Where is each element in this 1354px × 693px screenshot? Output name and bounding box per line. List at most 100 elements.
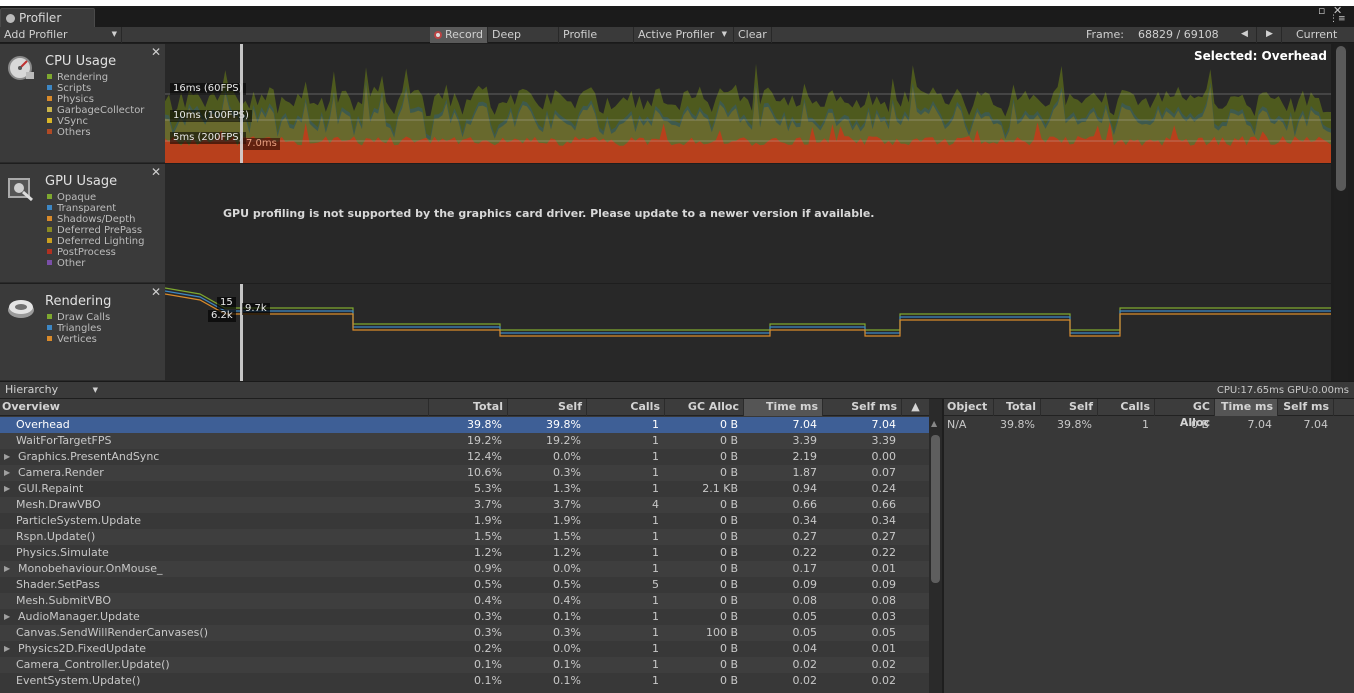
- table-row[interactable]: Shader.SetPass 0.5% 0.5% 5 0 B 0.09 0.09: [0, 577, 929, 593]
- rendering-module[interactable]: Rendering Draw Calls Triangles Vertices ✕: [0, 284, 165, 381]
- rendering-chart[interactable]: 15 6.2k 9.7k: [165, 284, 1331, 381]
- maximize-icon[interactable]: ▫: [1318, 4, 1325, 17]
- legend-item-deferred-prepass[interactable]: Deferred PrePass: [47, 225, 144, 236]
- active-profiler-dropdown[interactable]: Active Profiler ▼: [634, 27, 734, 43]
- frame-cursor[interactable]: [240, 284, 243, 381]
- row-name-label: Camera.Render: [18, 466, 104, 479]
- time-cell: 0.22: [792, 546, 818, 559]
- next-frame-button[interactable]: ▶: [1258, 27, 1282, 43]
- legend-item-draw-calls[interactable]: Draw Calls: [47, 312, 110, 323]
- legend-item-shadows-depth[interactable]: Shadows/Depth: [47, 214, 144, 225]
- expand-triangle-icon[interactable]: ▶: [4, 641, 10, 657]
- window-menu-icon[interactable]: ⋮≡: [1329, 14, 1346, 24]
- col-calls[interactable]: Calls: [1098, 399, 1155, 416]
- clear-button[interactable]: Clear: [734, 27, 772, 43]
- table-row[interactable]: Mesh.DrawVBO 3.7% 3.7% 4 0 B 0.66 0.66: [0, 497, 929, 513]
- table-row[interactable]: ▶ Graphics.PresentAndSync 12.4% 0.0% 1 0 B 2.1…: [0, 449, 929, 465]
- col-self-ms[interactable]: Self ms: [1278, 399, 1334, 416]
- gpu-usage-chart[interactable]: GPU profiling is not supported by the gr…: [165, 164, 1331, 283]
- current-frame-button[interactable]: Current: [1292, 27, 1342, 43]
- expand-triangle-icon[interactable]: ▶: [4, 449, 10, 465]
- legend-item-deferred-lighting[interactable]: Deferred Lighting: [47, 236, 144, 247]
- legend-item-rendering[interactable]: Rendering: [47, 72, 144, 83]
- record-button[interactable]: Record: [430, 27, 488, 43]
- legend-item-postprocess[interactable]: PostProcess: [47, 247, 144, 258]
- row-name-label: Physics2D.FixedUpdate: [18, 642, 146, 655]
- name-cell: Shader.SetPass: [0, 577, 429, 593]
- col-self[interactable]: Self: [508, 399, 587, 416]
- add-profiler-dropdown[interactable]: Add Profiler ▼: [0, 27, 122, 43]
- gc-cell: 0 B: [719, 594, 738, 607]
- close-module-icon[interactable]: ✕: [151, 45, 161, 59]
- profile-editor-button[interactable]: Profile Editor: [559, 27, 634, 56]
- col-self[interactable]: Self: [1041, 399, 1098, 416]
- close-module-icon[interactable]: ✕: [151, 165, 161, 179]
- table-row[interactable]: ▶ Physics2D.FixedUpdate 0.2% 0.0% 1 0 B 0.04 0.…: [0, 641, 929, 657]
- selected-label: Selected: Overhead: [1193, 49, 1327, 63]
- table-row[interactable]: Canvas.SendWillRenderCanvases() 0.3% 0.3% 1…: [0, 625, 929, 641]
- object-row[interactable]: N/A 39.8% 39.8% 1 0 B 7.04 7.04: [944, 417, 1354, 433]
- legend-item-vertices[interactable]: Vertices: [47, 334, 110, 345]
- scrollbar-thumb[interactable]: [1336, 46, 1346, 191]
- tab-profiler[interactable]: Profiler: [0, 8, 95, 27]
- legend-item-garbagecollector[interactable]: GarbageCollector: [47, 105, 144, 116]
- expand-triangle-icon[interactable]: ▶: [4, 609, 10, 625]
- expand-triangle-icon[interactable]: ▶: [4, 465, 10, 481]
- total-cell: 0.3%: [474, 610, 502, 623]
- modules-scrollbar[interactable]: [1334, 44, 1348, 381]
- legend-swatch: [47, 314, 52, 319]
- time-cell: 0.94: [792, 482, 818, 495]
- table-row[interactable]: ▶ Monobehaviour.OnMouse_ 0.9% 0.0% 1 0 B 0.17 0…: [0, 561, 929, 577]
- table-row[interactable]: Overhead 39.8% 39.8% 1 0 B 7.04 7.04: [0, 417, 929, 433]
- table-row[interactable]: ParticleSystem.Update 1.9% 1.9% 1 0 B 0.34 0.3…: [0, 513, 929, 529]
- legend-label: Vertices: [57, 334, 97, 345]
- table-row[interactable]: WaitForTargetFPS 19.2% 19.2% 1 0 B 3.39 3.39: [0, 433, 929, 449]
- legend-item-vsync[interactable]: VSync: [47, 116, 144, 127]
- legend-item-transparent[interactable]: Transparent: [47, 203, 144, 214]
- col-calls[interactable]: Calls: [587, 399, 665, 416]
- close-module-icon[interactable]: ✕: [151, 285, 161, 299]
- legend-item-other[interactable]: Other: [47, 258, 144, 269]
- col-total[interactable]: Total: [994, 399, 1041, 416]
- gpu-usage-module[interactable]: GPU Usage Opaque Transparent Shadows/Depth…: [0, 164, 165, 283]
- col-object[interactable]: Object: [944, 399, 994, 416]
- col-gc-alloc[interactable]: GC Alloc: [1155, 399, 1215, 429]
- expand-triangle-icon[interactable]: ▶: [4, 561, 10, 577]
- cpu-usage-chart[interactable]: 16ms (60FPS) 10ms (100FPS) 5ms (200FPS) …: [165, 44, 1331, 163]
- scrollbar-thumb[interactable]: [931, 435, 940, 583]
- cpu-usage-module[interactable]: CPU Usage Rendering Scripts Physics Garbage…: [0, 44, 165, 163]
- legend-item-others[interactable]: Others: [47, 127, 144, 138]
- legend-label: Draw Calls: [57, 312, 111, 323]
- legend-item-physics[interactable]: Physics: [47, 94, 144, 105]
- col-total[interactable]: Total: [429, 399, 508, 416]
- gc-cell: 100 B: [705, 626, 738, 639]
- table-row[interactable]: Mesh.SubmitVBO 0.4% 0.4% 1 0 B 0.08 0.08: [0, 593, 929, 609]
- table-row[interactable]: Rspn.Update() 1.5% 1.5% 1 0 B 0.27 0.27: [0, 529, 929, 545]
- col-self-ms[interactable]: Self ms: [823, 399, 902, 416]
- table-scrollbar[interactable]: ▲: [929, 399, 942, 693]
- expand-triangle-icon[interactable]: ▶: [4, 481, 10, 497]
- calls-cell: 1: [652, 418, 659, 431]
- table-row[interactable]: ▶ GUI.Repaint 5.3% 1.3% 1 2.1 KB 0.94 0.24: [0, 481, 929, 497]
- legend-item-triangles[interactable]: Triangles: [47, 323, 110, 334]
- prev-frame-button[interactable]: ◀: [1233, 27, 1257, 43]
- table-row[interactable]: EventSystem.Update() 0.1% 0.1% 1 0 B 0.02 0.02: [0, 673, 929, 689]
- col-overview[interactable]: Overview: [0, 399, 429, 416]
- table-row[interactable]: Physics.Simulate 1.2% 1.2% 1 0 B 0.22 0.22: [0, 545, 929, 561]
- legend-item-scripts[interactable]: Scripts: [47, 83, 144, 94]
- calls-cell: 1: [1142, 418, 1149, 431]
- legend-item-opaque[interactable]: Opaque: [47, 192, 144, 203]
- table-row[interactable]: ▶ AudioManager.Update 0.3% 0.1% 1 0 B 0.05 0.03: [0, 609, 929, 625]
- sort-indicator-icon[interactable]: ▲: [902, 399, 929, 416]
- deep-profile-button[interactable]: Deep Profile: [488, 27, 559, 56]
- legend-label: PostProcess: [57, 247, 116, 258]
- table-row[interactable]: ▶ Camera.Render 10.6% 0.3% 1 0 B 1.87 0.07: [0, 465, 929, 481]
- time-cell: 7.04: [792, 418, 818, 431]
- self-cell: 39.8%: [546, 418, 581, 431]
- col-time-ms[interactable]: Time ms: [744, 399, 823, 416]
- scroll-up-icon[interactable]: ▲: [931, 419, 937, 428]
- table-row[interactable]: Camera_Controller.Update() 0.1% 0.1% 1 0 B 0.…: [0, 657, 929, 673]
- hierarchy-view-dropdown[interactable]: Hierarchy ▼: [0, 382, 102, 399]
- col-gc-alloc[interactable]: GC Alloc: [665, 399, 744, 416]
- col-time-ms[interactable]: Time ms: [1215, 399, 1278, 416]
